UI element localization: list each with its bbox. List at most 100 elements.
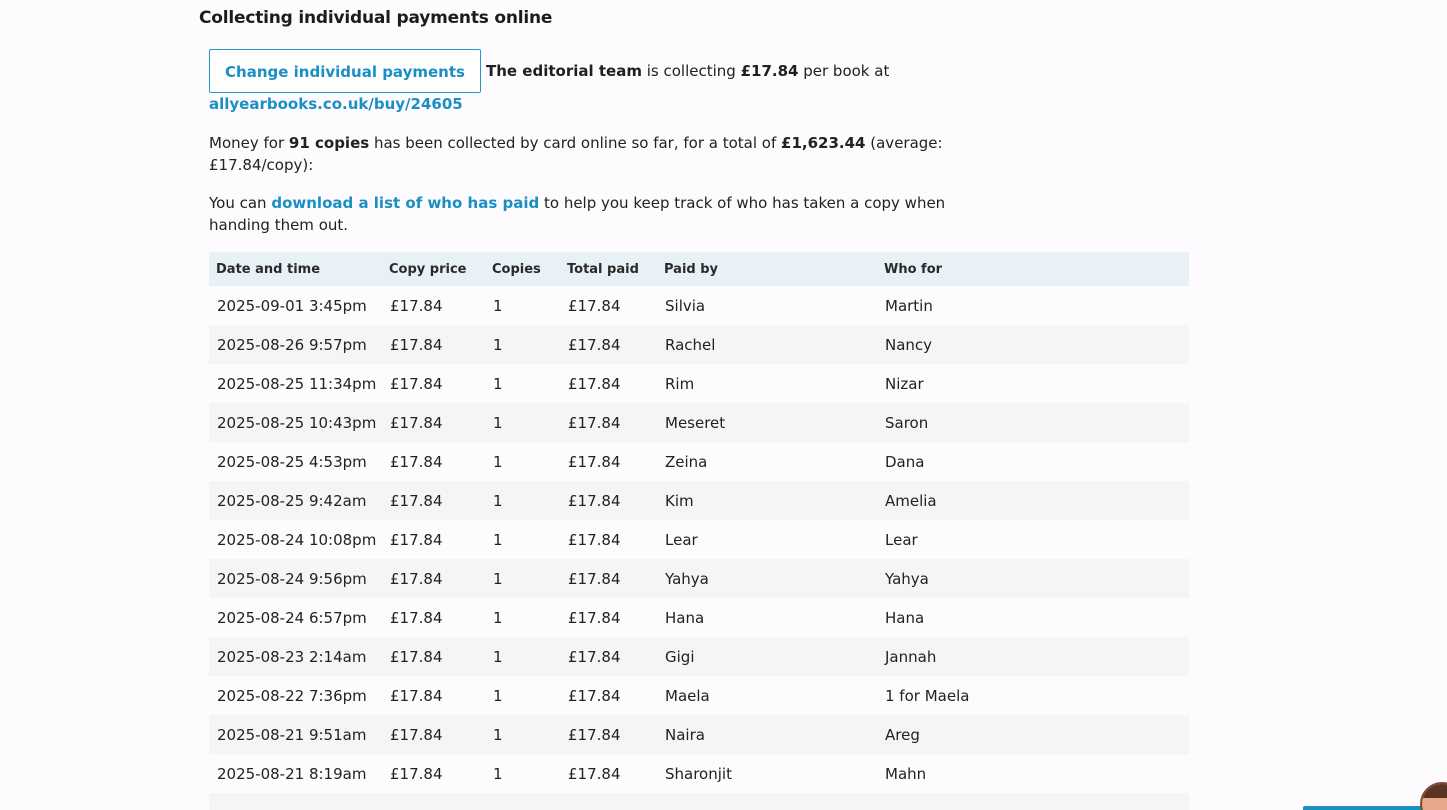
cell-date: 2025-08-26 9:57pm <box>217 335 367 354</box>
team-name: The editorial team <box>486 62 642 80</box>
cell-date: 2025-09-01 3:45pm <box>217 296 367 315</box>
table-row: 2025-08-25 4:53pm £17.84 1 £17.84 Zeina Dana <box>209 442 1189 481</box>
cell-copy-price: £17.84 <box>390 374 443 393</box>
table-row: 2025-08-26 9:57pm £17.84 1 £17.84 Rachel Nanc… <box>209 325 1189 364</box>
table-row: 2025-08-25 10:43pm £17.84 1 £17.84 Meseret Sa… <box>209 403 1189 442</box>
cell-paid-by: Kim <box>665 491 694 510</box>
table-row: 2025-08-24 10:08pm £17.84 1 £17.84 Lear Lear <box>209 520 1189 559</box>
cell-copies: 1 <box>493 530 503 549</box>
cell-date: 2025-08-25 10:43pm <box>217 413 377 432</box>
header-paid-by: Paid by <box>664 261 719 277</box>
header-row: Date and time Copy price Copies Total paid P… <box>209 252 1189 286</box>
cell-copies: 1 <box>493 569 503 588</box>
cell-total-paid: £17.84 <box>568 491 621 510</box>
cell-total-paid: £17.84 <box>568 296 621 315</box>
header-copy-price: Copy price <box>389 261 467 277</box>
cell-paid-by: Maela <box>665 686 710 705</box>
cell-copies: 1 <box>493 413 503 432</box>
cell-date: 2025-08-24 6:57pm <box>217 608 367 627</box>
copies-count: 91 copies <box>288 134 370 152</box>
cell-who-for: Mahn <box>885 764 927 783</box>
cell-total-paid: £17.84 <box>568 686 621 705</box>
cell-copies: 1 <box>493 608 503 627</box>
cell-who-for: Amelia <box>885 491 937 510</box>
price-per-book: £17.84 <box>740 62 799 80</box>
cell-paid-by: Hana <box>665 608 705 627</box>
download-list-link[interactable]: download a list of who has paid <box>271 194 539 212</box>
cell-paid-by: Meseret <box>665 413 726 432</box>
cell-paid-by: Silvia <box>665 296 706 315</box>
cell-total-paid: £17.84 <box>568 413 621 432</box>
cell-copies: 1 <box>493 491 503 510</box>
download-prefix: You can <box>209 194 272 212</box>
download-paragraph: You can download a list of who has paid … <box>209 192 1009 236</box>
cell-paid-by: Gigi <box>665 647 695 666</box>
cell-paid-by: Yahya <box>665 569 709 588</box>
table-row: 2025-08-24 9:56pm £17.84 1 £17.84 Yahya Yahya <box>209 559 1189 598</box>
cell-date: 2025-08-24 10:08pm <box>217 530 377 549</box>
cell-paid-by: Zeina <box>665 452 708 471</box>
cell-paid-by: Rachel <box>665 335 716 354</box>
change-individual-payments-button[interactable]: Change individual payments <box>209 49 481 93</box>
cell-date: 2025-08-24 9:56pm <box>217 569 367 588</box>
cell-date <box>209 793 382 810</box>
table-row: 2025-08-23 2:14am £17.84 1 £17.84 Gigi Jannah <box>209 637 1189 676</box>
cell-who-for: Jannah <box>885 647 937 666</box>
cell-copy-price: £17.84 <box>390 608 443 627</box>
cell-copy-price: £17.84 <box>390 647 443 666</box>
collecting-end: per book at <box>798 62 890 80</box>
cell-total-paid: £17.84 <box>568 647 621 666</box>
header-copies: Copies <box>492 261 541 277</box>
cell-who-for: Martin <box>885 296 933 315</box>
cell-who-for: 1 for Maela <box>885 686 970 705</box>
cell-who-for: Dana <box>885 452 925 471</box>
summary-middle: has been collected by card online so far… <box>369 134 782 152</box>
cell-who-for: Yahya <box>885 569 929 588</box>
cell-copy-price: £17.84 <box>390 530 443 549</box>
cell-date: 2025-08-21 9:51am <box>217 725 367 744</box>
header-date: Date and time <box>216 261 321 277</box>
cell-who-for: Nancy <box>885 335 933 354</box>
cell-copy-price: £17.84 <box>390 686 443 705</box>
header-total-paid: Total paid <box>567 261 639 277</box>
cell-copies <box>485 793 560 810</box>
cell-copy-price: £17.84 <box>390 335 443 354</box>
table-row: 2025-08-21 8:19am £17.84 1 £17.84 Sharonjit M… <box>209 754 1189 793</box>
cell-copies: 1 <box>493 335 503 354</box>
support-avatar-icon[interactable] <box>1420 782 1447 810</box>
collection-summary: Money for 91 copies has been collected b… <box>209 132 1009 176</box>
cell-copy-price: £17.84 <box>390 491 443 510</box>
payments-table-wrap: Date and time Copy price Copies Total paid P… <box>209 252 1189 810</box>
cell-who-for: Hana <box>885 608 925 627</box>
payments-table-header: Date and time Copy price Copies Total paid P… <box>209 252 1189 286</box>
cell-total-paid: £17.84 <box>568 452 621 471</box>
summary-prefix: Money for <box>209 134 289 152</box>
cell-who-for <box>877 793 1189 810</box>
cell-copy-price: £17.84 <box>390 569 443 588</box>
cell-copies: 1 <box>493 374 503 393</box>
cell-who-for: Saron <box>885 413 929 432</box>
cell-copy-price: £17.84 <box>390 452 443 471</box>
avatar-hair <box>1422 784 1447 798</box>
cell-total-paid: £17.84 <box>568 530 621 549</box>
cell-date: 2025-08-23 2:14am <box>217 647 367 666</box>
cell-date: 2025-08-25 4:53pm <box>217 452 367 471</box>
cell-copy-price: £17.84 <box>390 413 443 432</box>
cell-total-paid: £17.84 <box>568 569 621 588</box>
table-row <box>209 793 1189 810</box>
table-row: 2025-08-22 7:36pm £17.84 1 £17.84 Maela 1 for… <box>209 676 1189 715</box>
cell-total-paid: £17.84 <box>568 374 621 393</box>
payments-table-body: 2025-09-01 3:45pm £17.84 1 £17.84 Silvia Mart… <box>209 286 1189 810</box>
cell-date: 2025-08-25 9:42am <box>217 491 367 510</box>
cell-total-paid <box>560 793 657 810</box>
table-row: 2025-08-25 9:42am £17.84 1 £17.84 Kim Amelia <box>209 481 1189 520</box>
buy-link[interactable]: allyearbooks.co.uk/buy/24605 <box>209 95 463 113</box>
table-row: 2025-09-01 3:45pm £17.84 1 £17.84 Silvia Mart… <box>209 286 1189 325</box>
collecting-text: The editorial team is collecting £17.84 … <box>486 62 889 80</box>
cell-paid-by: Sharonjit <box>665 764 732 783</box>
header-who-for: Who for <box>884 261 943 277</box>
cell-date: 2025-08-21 8:19am <box>217 764 367 783</box>
payments-table: Date and time Copy price Copies Total paid P… <box>209 252 1189 810</box>
cell-paid-by: Lear <box>665 530 698 549</box>
cell-total-paid: £17.84 <box>568 335 621 354</box>
